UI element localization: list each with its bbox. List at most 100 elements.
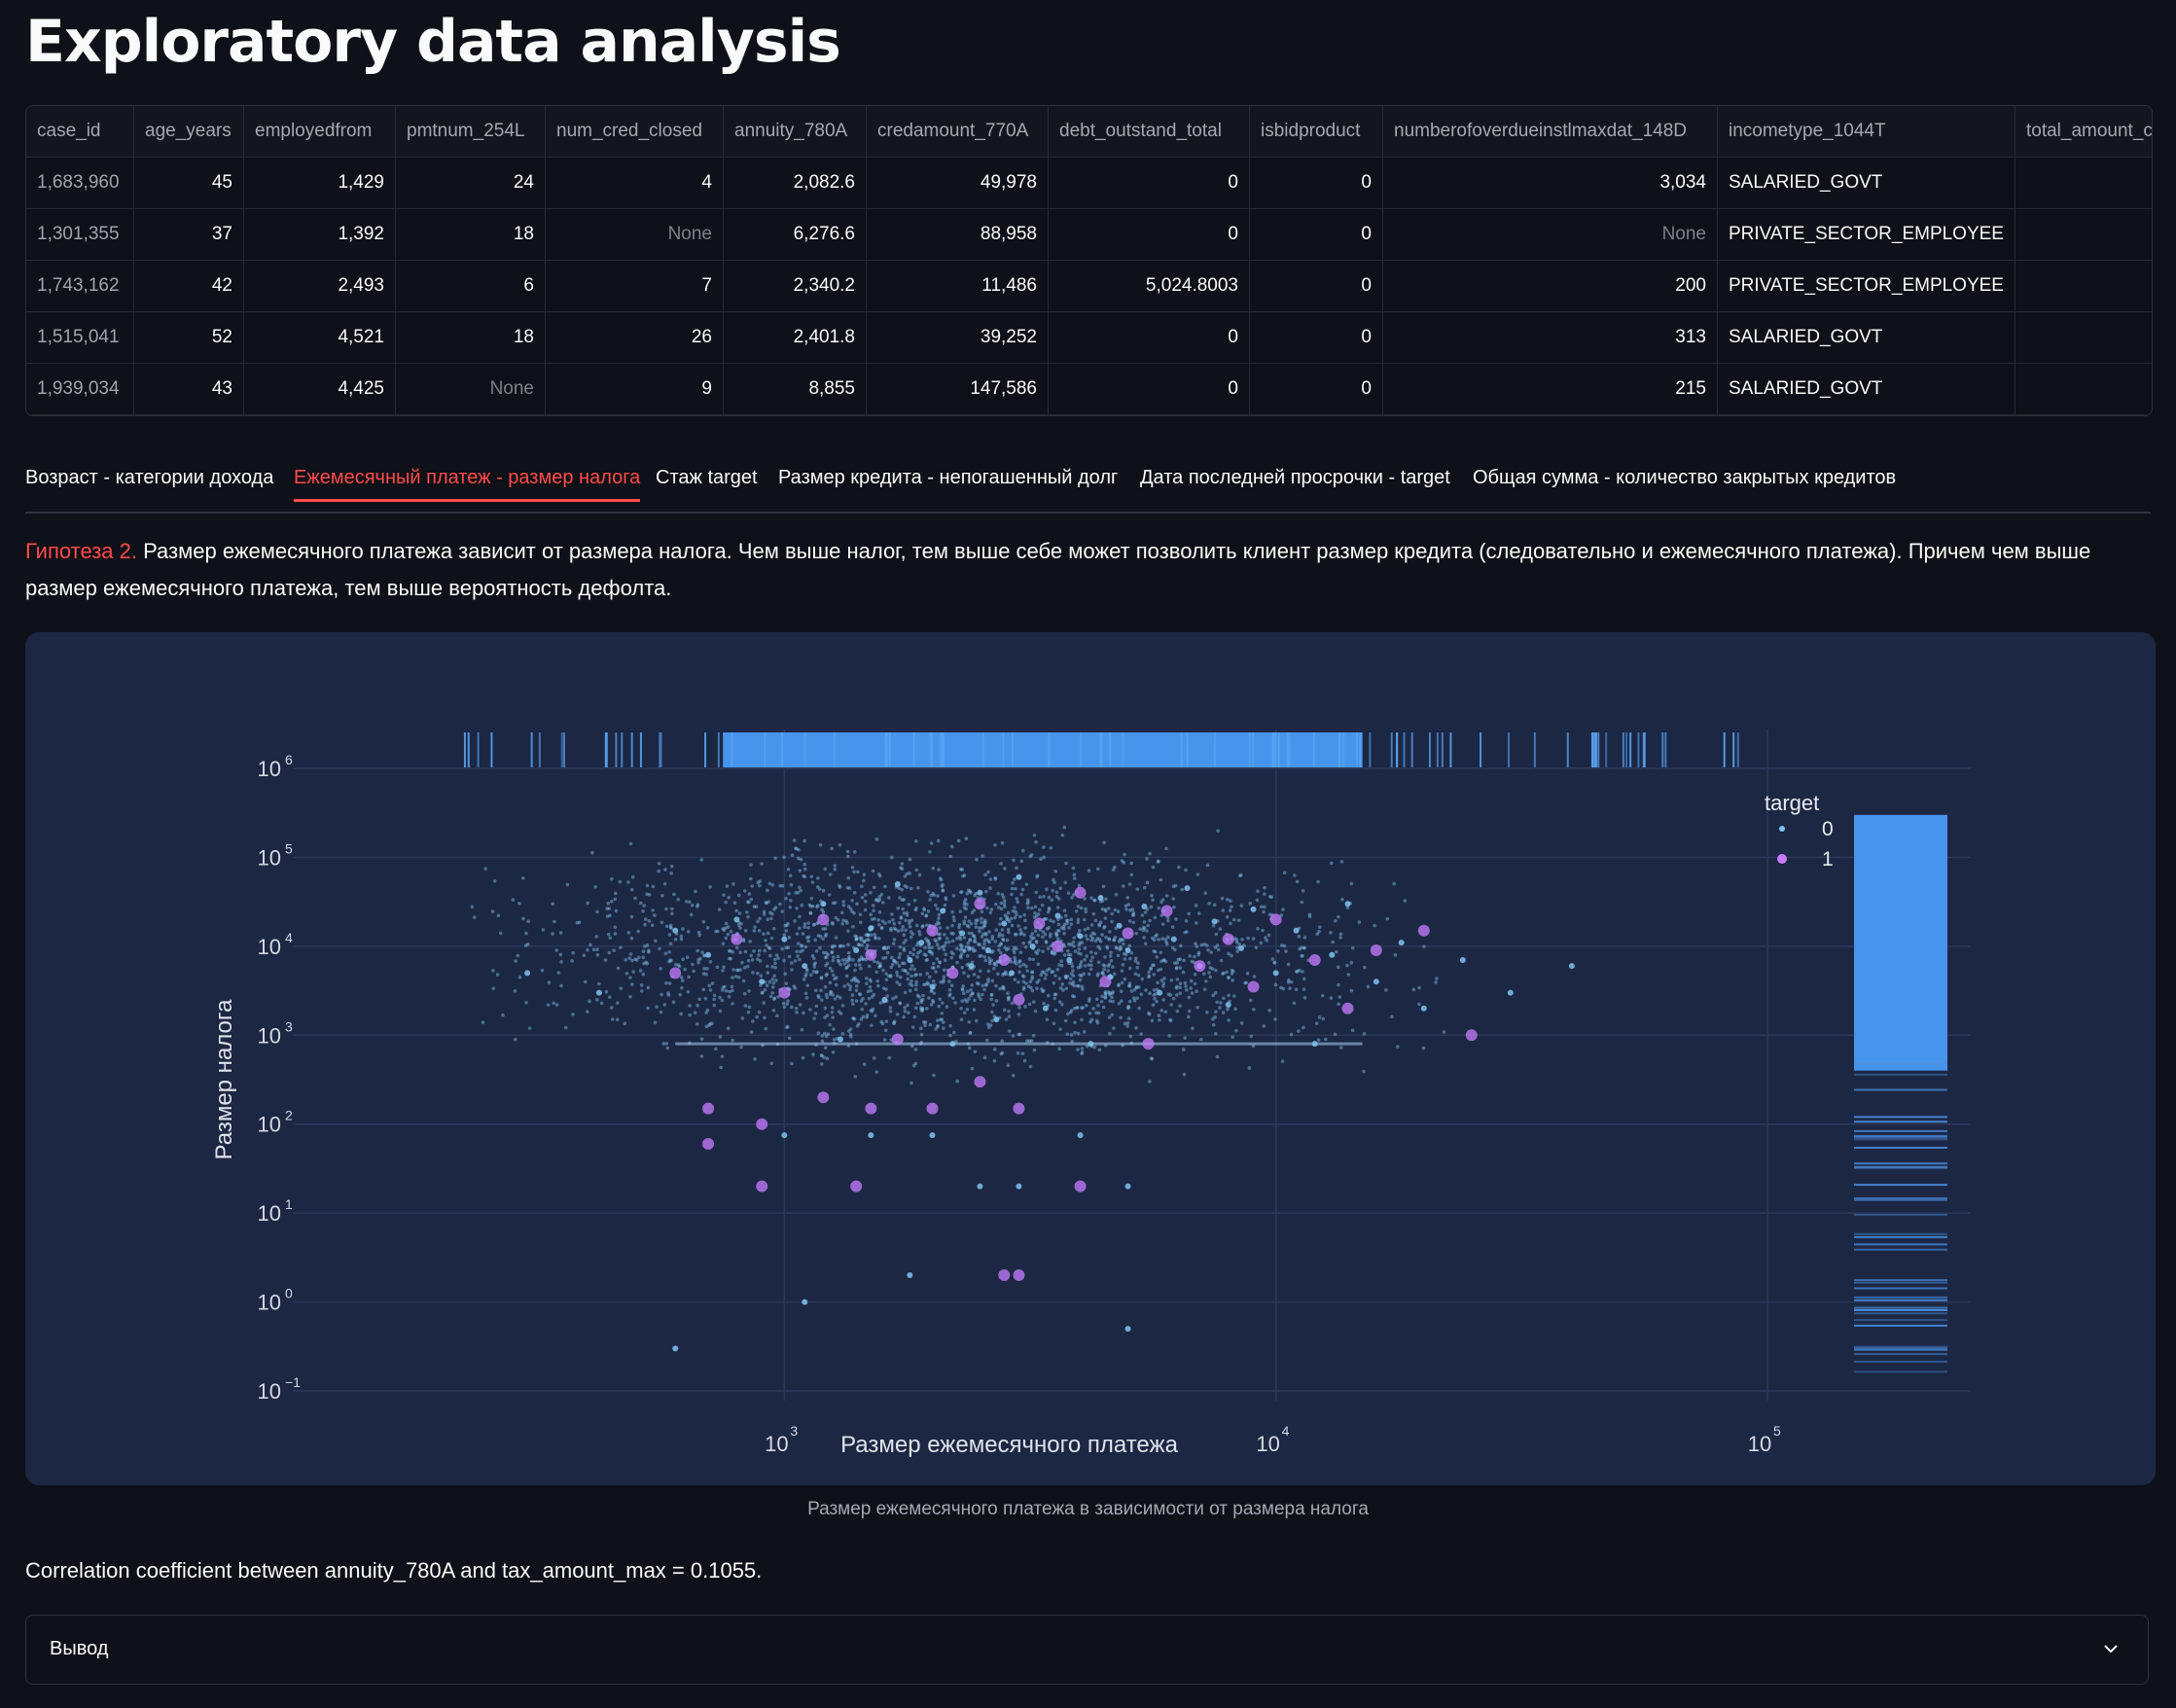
legend-marker[interactable] bbox=[1779, 826, 1785, 832]
data-point-1[interactable] bbox=[1194, 960, 1206, 973]
table-cell[interactable]: 0 bbox=[1249, 260, 1383, 312]
data-point-0[interactable] bbox=[907, 1272, 913, 1279]
data-point-0[interactable] bbox=[1272, 970, 1279, 977]
table-cell[interactable]: 2,401.8 bbox=[723, 311, 867, 364]
column-header[interactable]: incometype_1044T bbox=[1717, 106, 2015, 158]
data-point-1[interactable] bbox=[926, 1102, 939, 1115]
table-cell[interactable]: 0 bbox=[1048, 363, 1250, 415]
data-point-0[interactable] bbox=[1116, 922, 1123, 929]
table-cell[interactable]: 11,486 bbox=[866, 260, 1049, 312]
table-cell[interactable]: 6 bbox=[395, 260, 546, 312]
table-cell[interactable]: 1,429 bbox=[243, 157, 396, 209]
table-cell[interactable]: None bbox=[1382, 208, 1718, 261]
data-table[interactable]: case_id age_years employedfrom pmtnum_254L n… bbox=[25, 105, 2153, 416]
table-cell[interactable]: 215 bbox=[1382, 363, 1718, 415]
data-point-1[interactable] bbox=[1269, 913, 1282, 926]
chart-svg[interactable]: 10 610 510 410 310 210 110 010 −1103104105target… bbox=[25, 632, 2156, 1485]
scatter-chart[interactable]: 10 6 10 5 10 4 10 3 10 2 10 1 10 0 10 −1 10 3 10 4 10 5 target… bbox=[25, 632, 2156, 1485]
table-cell[interactable]: SALARIED_GOVT bbox=[1717, 363, 2015, 415]
data-point-1[interactable] bbox=[1013, 1269, 1025, 1282]
tab-2[interactable]: Стаж target bbox=[656, 467, 758, 499]
data-point-1[interactable] bbox=[1160, 905, 1173, 917]
column-header[interactable]: age_years bbox=[133, 106, 244, 158]
data-point-1[interactable] bbox=[1222, 933, 1234, 945]
legend-marker[interactable] bbox=[1777, 854, 1787, 864]
data-point-0[interactable] bbox=[1225, 1001, 1231, 1008]
data-point-0[interactable] bbox=[1054, 912, 1061, 919]
column-header[interactable]: debt_outstand_total bbox=[1048, 106, 1250, 158]
data-point-1[interactable] bbox=[1013, 993, 1025, 1006]
data-point-0[interactable] bbox=[802, 963, 808, 970]
table-row[interactable]: 1,683,960 45 1,429 24 4 2,082.6 49,978 0 0 3,034 S… bbox=[26, 157, 2152, 209]
data-point-0[interactable] bbox=[802, 1299, 808, 1305]
conclusion-expander[interactable]: Вывод bbox=[25, 1615, 2149, 1685]
table-cell[interactable]: 3,034 bbox=[1382, 157, 1718, 209]
table-cell[interactable] bbox=[2015, 208, 2152, 261]
data-point-1[interactable] bbox=[756, 1118, 768, 1130]
table-cell[interactable] bbox=[2015, 363, 2152, 415]
column-header[interactable]: num_cred_closed bbox=[545, 106, 724, 158]
table-row[interactable]: 1,515,041 52 4,521 18 26 2,401.8 39,252 0 0 313 SA… bbox=[26, 311, 2152, 364]
table-cell[interactable]: 0 bbox=[1048, 208, 1250, 261]
data-point-0[interactable] bbox=[1009, 970, 1016, 977]
data-point-1[interactable] bbox=[1099, 976, 1112, 988]
table-cell[interactable]: 5,024.8003 bbox=[1048, 260, 1250, 312]
data-point-0[interactable] bbox=[781, 1132, 788, 1139]
data-point-0[interactable] bbox=[672, 927, 679, 934]
data-point-1[interactable] bbox=[946, 967, 959, 979]
data-point-1[interactable] bbox=[926, 924, 939, 937]
data-point-1[interactable] bbox=[865, 1102, 877, 1115]
data-point-0[interactable] bbox=[868, 1132, 874, 1139]
data-point-0[interactable] bbox=[705, 951, 712, 958]
column-header[interactable]: pmtnum_254L bbox=[395, 106, 546, 158]
legend-label[interactable]: 1 bbox=[1822, 848, 1834, 871]
column-header[interactable]: total_amount_clos bbox=[2015, 106, 2152, 158]
table-cell[interactable]: 147,586 bbox=[866, 363, 1049, 415]
table-cell[interactable]: 42 bbox=[133, 260, 244, 312]
table-cell[interactable]: 9 bbox=[545, 363, 724, 415]
data-point-0[interactable] bbox=[1211, 918, 1218, 925]
table-cell[interactable]: 4,425 bbox=[243, 363, 396, 415]
table-cell[interactable]: 1,683,960 bbox=[26, 157, 134, 209]
data-point-0[interactable] bbox=[977, 1183, 983, 1190]
table-cell[interactable]: 200 bbox=[1382, 260, 1718, 312]
data-point-0[interactable] bbox=[733, 916, 740, 923]
data-point-1[interactable] bbox=[998, 1269, 1011, 1282]
table-cell[interactable]: 2,082.6 bbox=[723, 157, 867, 209]
data-point-0[interactable] bbox=[1459, 957, 1466, 964]
table-cell[interactable]: 24 bbox=[395, 157, 546, 209]
data-point-0[interactable] bbox=[1293, 927, 1300, 934]
data-point-1[interactable] bbox=[1341, 1002, 1354, 1014]
data-point-1[interactable] bbox=[702, 1102, 715, 1115]
data-point-0[interactable] bbox=[1124, 947, 1131, 954]
data-point-1[interactable] bbox=[865, 948, 877, 961]
table-cell[interactable]: 39,252 bbox=[866, 311, 1049, 364]
data-point-0[interactable] bbox=[1141, 903, 1148, 909]
column-header[interactable]: isbidproduct bbox=[1249, 106, 1383, 158]
data-point-1[interactable] bbox=[1308, 954, 1321, 967]
data-point-0[interactable] bbox=[1184, 885, 1191, 892]
table-cell[interactable]: 88,958 bbox=[866, 208, 1049, 261]
data-point-1[interactable] bbox=[702, 1137, 715, 1150]
data-point-0[interactable] bbox=[1124, 1183, 1131, 1190]
data-point-0[interactable] bbox=[1077, 1132, 1084, 1139]
table-cell[interactable]: 43 bbox=[133, 363, 244, 415]
data-point-1[interactable] bbox=[1033, 917, 1046, 930]
data-point-0[interactable] bbox=[1097, 895, 1104, 902]
data-point-1[interactable] bbox=[974, 1076, 986, 1088]
data-point-0[interactable] bbox=[1016, 873, 1022, 880]
data-point-0[interactable] bbox=[1398, 940, 1405, 946]
data-point-0[interactable] bbox=[1250, 906, 1257, 912]
table-cell[interactable]: 1,515,041 bbox=[26, 311, 134, 364]
table-row[interactable]: 1,301,355 37 1,392 18 None 6,276.6 88,958 0 0 Non… bbox=[26, 208, 2152, 261]
table-cell[interactable]: 7 bbox=[545, 260, 724, 312]
data-point-1[interactable] bbox=[1122, 927, 1134, 940]
data-point-0[interactable] bbox=[837, 1036, 843, 1043]
legend-label[interactable]: 0 bbox=[1822, 818, 1834, 840]
data-point-0[interactable] bbox=[1001, 920, 1008, 927]
chevron-down-icon[interactable] bbox=[2101, 1639, 2121, 1663]
data-point-0[interactable] bbox=[1568, 963, 1575, 970]
table-cell[interactable]: 1,743,162 bbox=[26, 260, 134, 312]
table-cell[interactable] bbox=[2015, 260, 2152, 312]
data-point-1[interactable] bbox=[1074, 886, 1087, 899]
